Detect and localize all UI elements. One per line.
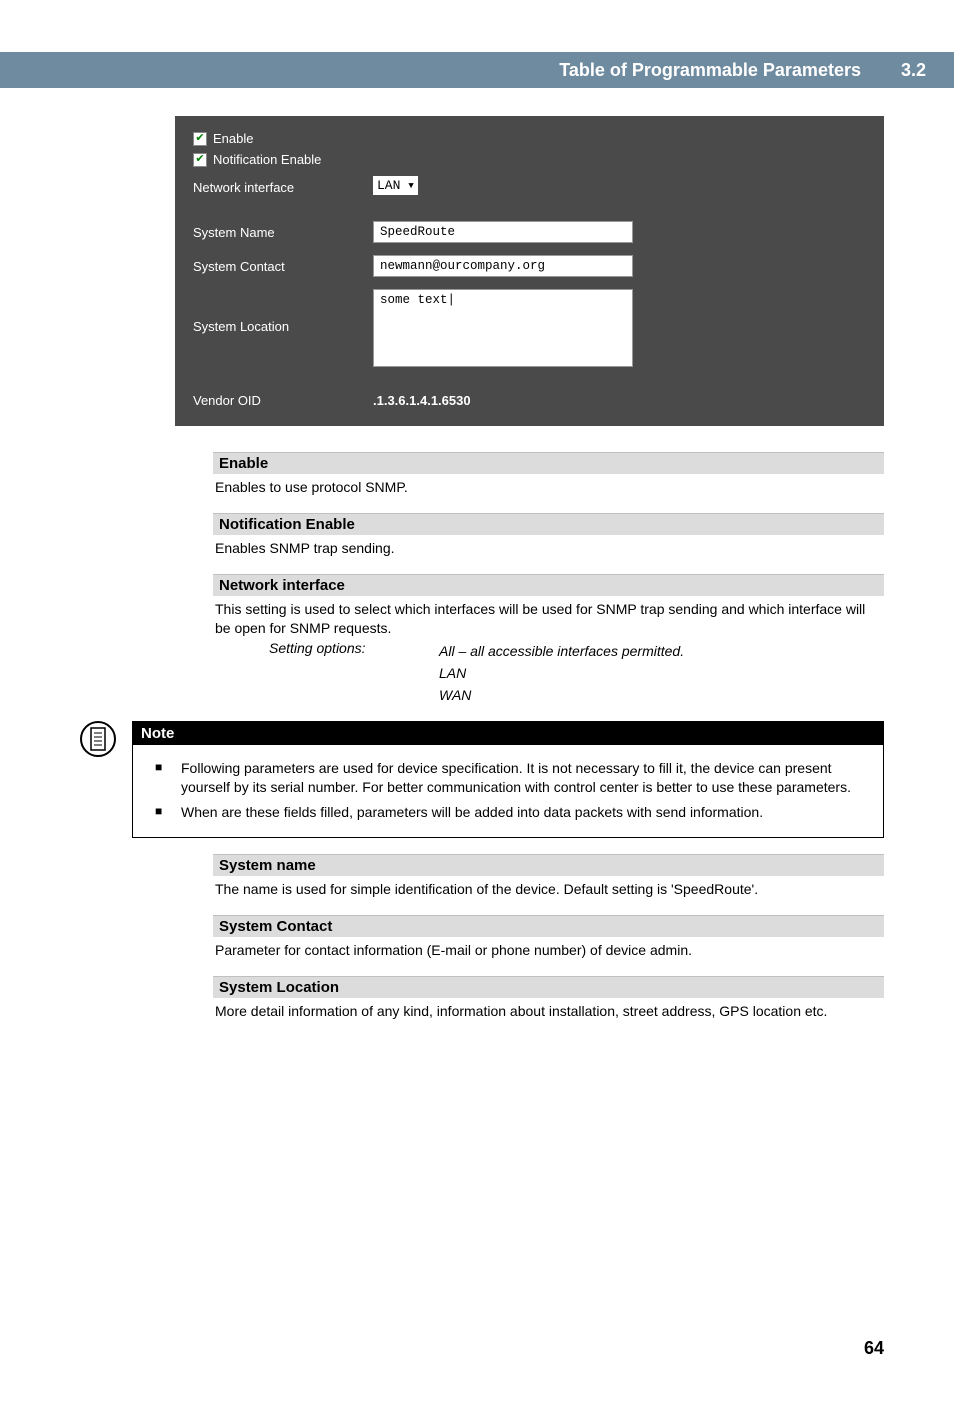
vendor-oid-value: .1.3.6.1.4.1.6530	[373, 389, 471, 408]
heading-enable: Enable	[213, 452, 884, 474]
body-system-contact: Parameter for contact information (E-mai…	[213, 937, 884, 960]
snmp-config-panel: ✔ Enable ✔ Notification Enable Network i…	[175, 116, 884, 426]
body-enable: Enables to use protocol SNMP.	[213, 474, 884, 497]
body-system-location: More detail information of any kind, inf…	[213, 998, 884, 1021]
body-network-interface: This setting is used to select which int…	[213, 596, 884, 638]
note-box: Note Following parameters are used for d…	[132, 721, 884, 839]
vendor-oid-label: Vendor OID	[193, 389, 373, 408]
note-item: When are these fields filled, parameters…	[141, 803, 869, 822]
notification-enable-checkbox[interactable]: ✔	[193, 153, 207, 167]
header-section-number: 3.2	[901, 60, 926, 81]
document-icon	[88, 727, 108, 751]
system-contact-label: System Contact	[193, 255, 373, 274]
chevron-down-icon: ▼	[408, 181, 413, 191]
setting-options-label: Setting options:	[269, 640, 439, 707]
enable-checkbox[interactable]: ✔	[193, 132, 207, 146]
system-name-label: System Name	[193, 221, 373, 240]
heading-notification-enable: Notification Enable	[213, 513, 884, 535]
heading-system-name: System name	[213, 854, 884, 876]
setting-options-values: All – all accessible interfaces permitte…	[439, 640, 684, 707]
network-interface-select[interactable]: LAN ▼	[373, 176, 418, 195]
heading-system-contact: System Contact	[213, 915, 884, 937]
body-notification-enable: Enables SNMP trap sending.	[213, 535, 884, 558]
network-interface-value: LAN	[377, 178, 400, 193]
system-contact-input[interactable]: newmann@ourcompany.org	[373, 255, 633, 277]
page-header: Table of Programmable Parameters 3.2	[0, 52, 954, 88]
heading-system-location: System Location	[213, 976, 884, 998]
network-interface-label: Network interface	[193, 176, 373, 195]
system-location-label: System Location	[193, 289, 373, 334]
note-icon	[80, 721, 116, 757]
system-location-textarea[interactable]: some text|	[373, 289, 633, 367]
enable-label: Enable	[213, 131, 253, 146]
note-item: Following parameters are used for device…	[141, 759, 869, 797]
body-system-name: The name is used for simple identificati…	[213, 876, 884, 899]
system-name-input[interactable]: SpeedRoute	[373, 221, 633, 243]
notification-enable-label: Notification Enable	[213, 152, 321, 167]
heading-network-interface: Network interface	[213, 574, 884, 596]
note-heading: Note	[133, 722, 883, 745]
header-title: Table of Programmable Parameters	[559, 60, 861, 81]
